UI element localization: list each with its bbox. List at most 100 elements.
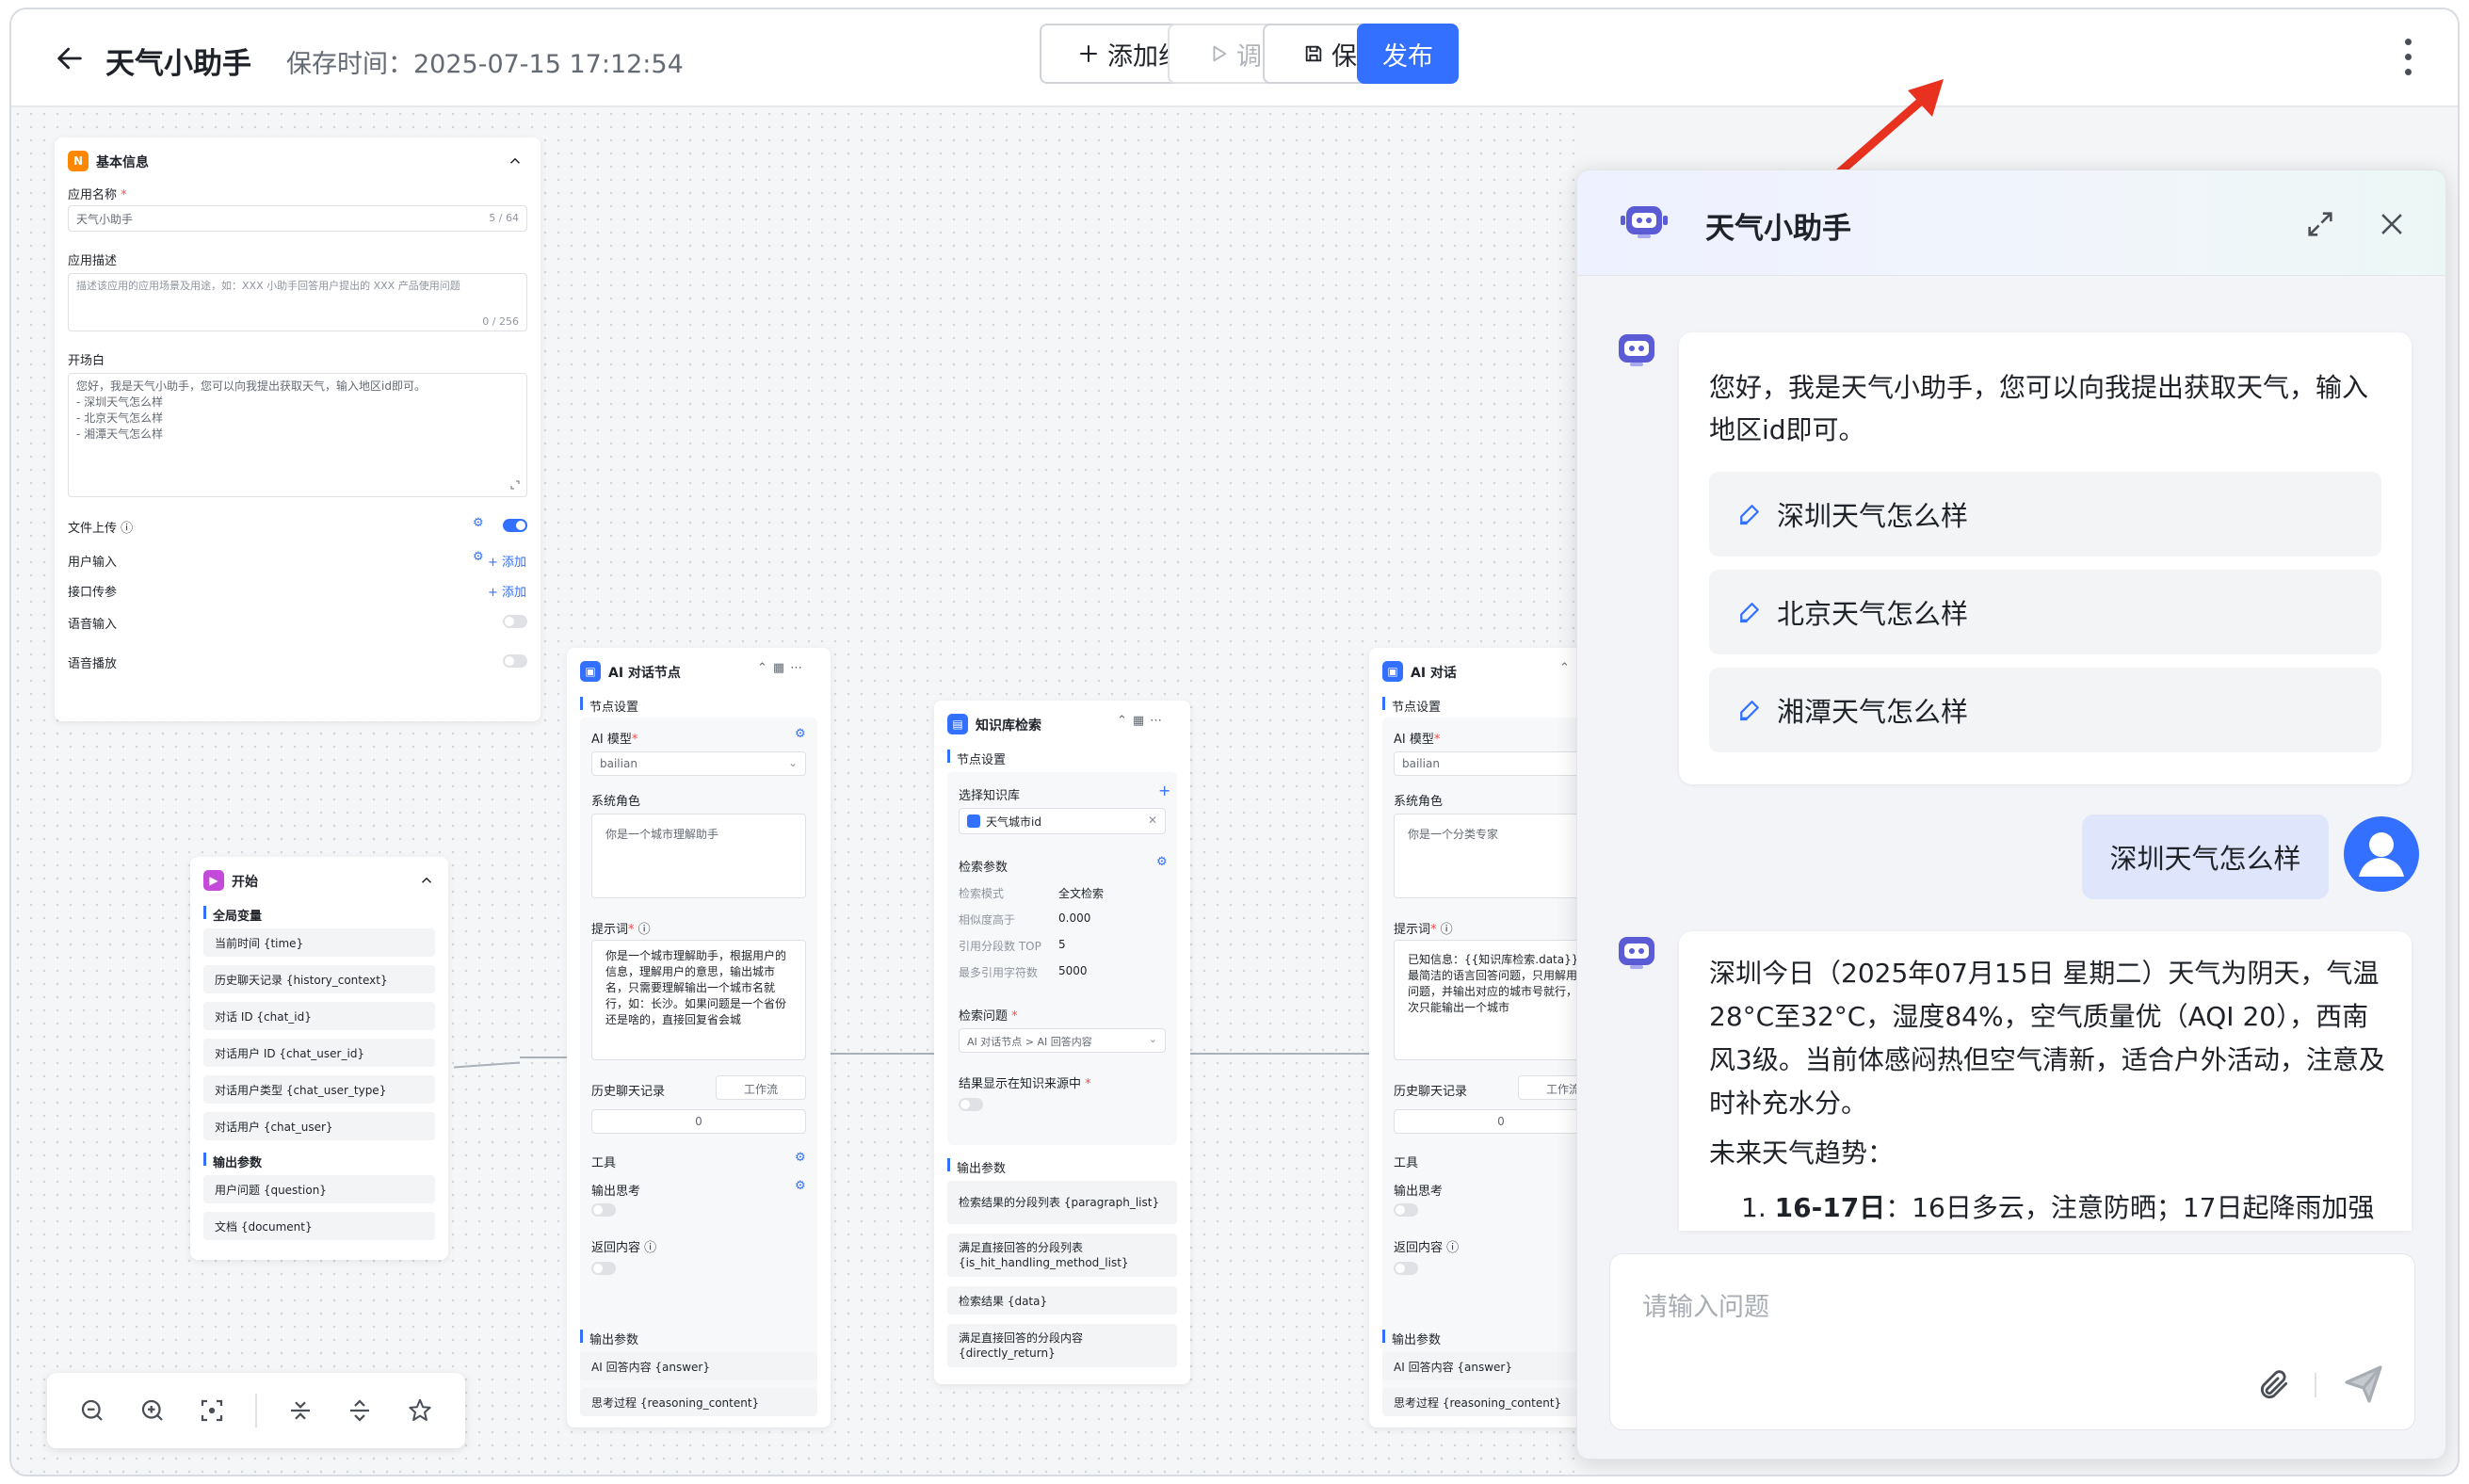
suggestion-item[interactable]: 湘潭天气怎么样: [1709, 668, 2381, 752]
gear-icon[interactable]: ⚙: [795, 1151, 806, 1165]
app-name-label: 应用名称 *: [68, 188, 127, 202]
prompt-field[interactable]: 你是一个城市理解助手，根据用户的信息，理解用户的意思，输出城市名，只需要理解输出…: [591, 940, 806, 1060]
param-key: 检索模式: [959, 887, 1005, 900]
zoom-in-icon[interactable]: [136, 1394, 169, 1428]
send-icon[interactable]: [2341, 1362, 2386, 1407]
back-button[interactable]: [49, 38, 90, 79]
chevron-up-icon[interactable]: [418, 872, 435, 889]
node-settings-label: 节点设置: [1392, 701, 1442, 715]
toolbar-divider: [254, 1394, 257, 1428]
role-label: 系统角色: [591, 795, 641, 809]
expand-icon[interactable]: [509, 479, 521, 491]
global-var-item: 历史聊天记录 {history_context}: [203, 965, 435, 993]
interface-param-label: 接口传参: [68, 586, 118, 600]
maximize-icon[interactable]: [2304, 208, 2336, 240]
gear-icon[interactable]: ⚙: [1156, 855, 1168, 869]
chat-input-box[interactable]: 请输入问题: [1609, 1253, 2415, 1430]
node-settings-label: 节点设置: [957, 753, 1007, 767]
top-bar: 天气小助手 保存时间：2025-07-15 17:12:54 添加组件 调试 保…: [11, 9, 2458, 107]
kb-item: 天气城市id ✕: [959, 808, 1166, 834]
remove-kb-icon[interactable]: ✕: [1148, 814, 1157, 827]
edge-start-ai1: [454, 1061, 520, 1069]
output-params-label: 输出参数: [957, 1162, 1007, 1176]
opening-line: - 深圳天气怎么样: [76, 395, 164, 409]
think-toggle[interactable]: [1394, 1203, 1418, 1217]
publish-button[interactable]: 发布: [1357, 24, 1459, 84]
param-key: 引用分段数 TOP: [959, 940, 1041, 953]
app-desc-label: 应用描述: [68, 254, 118, 268]
suggestion-item[interactable]: 深圳天气怎么样: [1709, 472, 2381, 556]
knowledge-search-node[interactable]: ▤ 知识库检索 ⌃▦⋯ 节点设置 选择知识库 + 天气城市id ✕ 检索参数 ⚙…: [934, 701, 1190, 1384]
app-name-count: 5 / 64: [489, 212, 519, 224]
voice-input-toggle[interactable]: [503, 615, 527, 628]
gear-icon[interactable]: ⚙: [795, 727, 806, 741]
global-var-item: 对话用户类型 {chat_user_type}: [203, 1075, 435, 1104]
annotation-arrow-icon: [1832, 79, 1944, 180]
return-toggle[interactable]: [591, 1262, 616, 1275]
global-var-item: 当前时间 {time}: [203, 928, 435, 957]
zoom-out-icon[interactable]: [75, 1394, 109, 1428]
user-avatar: [2344, 816, 2419, 892]
gear-icon[interactable]: ⚙: [473, 516, 484, 530]
history-count-input[interactable]: 0: [591, 1109, 806, 1134]
model-select[interactable]: bailian ⌄: [591, 751, 806, 776]
file-upload-toggle[interactable]: [503, 519, 527, 532]
tools-label: 工具: [1394, 1156, 1419, 1170]
fit-view-icon[interactable]: [195, 1394, 229, 1428]
section-bar: [203, 906, 206, 919]
workflow-canvas[interactable]: N 基本信息 应用名称 * 天气小助手 5 / 64 应用描述 描述该应用的应用…: [11, 107, 1633, 1475]
gear-icon[interactable]: ⚙: [795, 1179, 806, 1193]
return-toggle[interactable]: [1394, 1262, 1418, 1275]
answer-text: 深圳今日（2025年07月15日 星期二）天气为阴天，气温28°C至32°C，湿…: [1709, 958, 2385, 1119]
file-upload-label: 文件上传 ⓘ: [68, 522, 134, 536]
suggestion-text: 北京天气怎么样: [1777, 598, 1969, 630]
question-select[interactable]: AI 对话节点 > AI 回答内容 ⌄: [959, 1028, 1166, 1053]
input-divider: [2315, 1373, 2316, 1397]
output-param-item: AI 回答内容 {answer}: [580, 1352, 817, 1380]
start-node[interactable]: ▶ 开始 全局变量 当前时间 {time} 历史聊天记录 {history_co…: [190, 857, 448, 1260]
expand-all-icon[interactable]: [343, 1394, 377, 1428]
pencil-icon: [1740, 603, 1759, 623]
collapse-icon[interactable]: ⌃: [1559, 661, 1570, 675]
section-bar: [947, 1158, 950, 1171]
app-name-value: 天气小助手: [76, 213, 134, 226]
paperclip-icon[interactable]: [2256, 1367, 2292, 1403]
question-label: 检索问题 *: [959, 1009, 1018, 1024]
add-kb-icon[interactable]: +: [1158, 782, 1170, 799]
close-icon[interactable]: [2376, 208, 2408, 240]
return-label: 返回内容 ⓘ: [1394, 1241, 1460, 1255]
node-actions-icon[interactable]: ⌃▦⋯: [757, 661, 808, 675]
history-mode-select[interactable]: 工作流: [716, 1075, 806, 1100]
kb-icon: [967, 815, 980, 828]
add-interface-param-button[interactable]: + 添加: [488, 582, 526, 600]
node-actions-icon[interactable]: ⌃▦⋯: [1117, 714, 1168, 728]
chevron-up-icon[interactable]: [507, 153, 524, 169]
bot-greeting-bubble: 您好，我是天气小助手，您可以向我提出获取天气，输入地区id即可。 深圳天气怎么样…: [1679, 332, 2412, 784]
think-toggle[interactable]: [591, 1203, 616, 1217]
start-icon: ▶: [203, 870, 224, 891]
voice-play-toggle[interactable]: [503, 654, 527, 668]
opening-line: - 北京天气怎么样: [76, 411, 164, 425]
think-label: 输出思考: [591, 1185, 641, 1199]
global-vars-label: 全局变量: [213, 910, 263, 924]
save-time: 保存时间：2025-07-15 17:12:54: [286, 50, 684, 79]
section-bar: [580, 697, 583, 710]
app-name-field[interactable]: 天气小助手 5 / 64: [68, 205, 527, 232]
role-field[interactable]: 你是一个城市理解助手: [591, 814, 806, 898]
display-toggle[interactable]: [959, 1098, 983, 1111]
pencil-icon: [1740, 505, 1759, 525]
gear-icon[interactable]: ⚙: [473, 550, 484, 564]
output-param-item: 检索结果 {data}: [947, 1286, 1177, 1315]
more-menu-icon[interactable]: [2398, 34, 2417, 79]
opening-field[interactable]: 您好，我是天气小助手，您可以向我提出获取天气，输入地区id即可。 - 深圳天气怎…: [68, 373, 527, 497]
think-label: 输出思考: [1394, 1185, 1444, 1199]
app-desc-field[interactable]: 描述该应用的应用场景及用途，如：XXX 小助手回答用户提出的 XXX 产品使用问…: [68, 273, 527, 331]
output-param-item: 文档 {document}: [203, 1212, 435, 1240]
beautify-icon[interactable]: [403, 1394, 437, 1428]
node-settings-label: 节点设置: [589, 701, 639, 715]
add-user-input-button[interactable]: + 添加: [488, 552, 526, 570]
output-param-item: 思考过程 {reasoning_content}: [580, 1388, 817, 1416]
suggestion-item[interactable]: 北京天气怎么样: [1709, 570, 2381, 654]
collapse-all-icon[interactable]: [283, 1394, 317, 1428]
ai-dialog-node[interactable]: ▣ AI 对话节点 ⌃▦⋯ 节点设置 AI 模型* ⚙ bailian ⌄ 系统角…: [567, 648, 831, 1428]
